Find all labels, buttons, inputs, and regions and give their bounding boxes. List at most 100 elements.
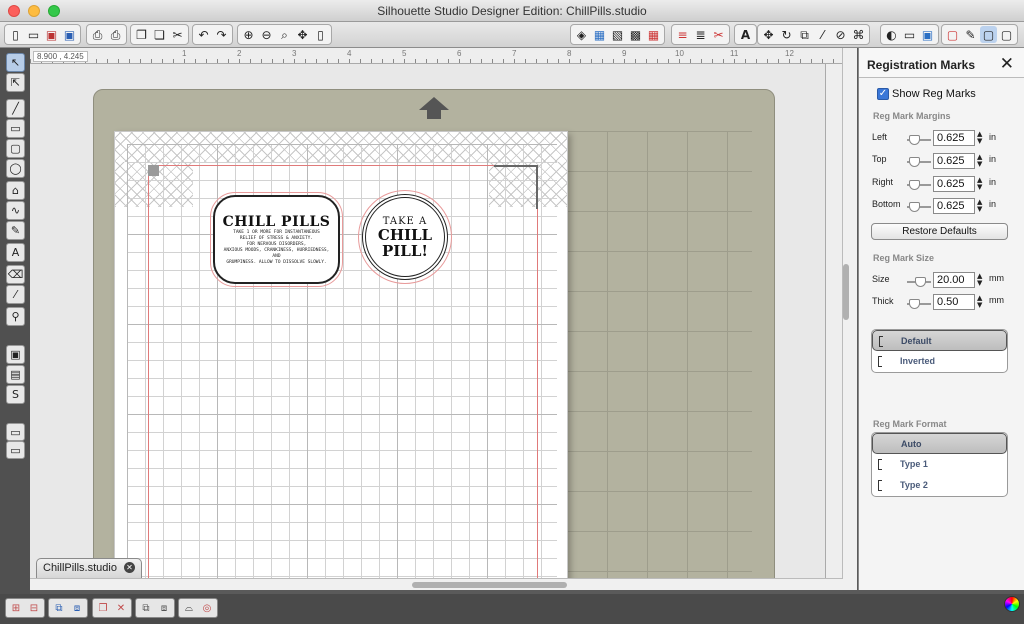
print-cut-icon[interactable]: ⎙ [107,26,124,43]
style-option-default[interactable]: Default [872,330,1007,351]
line-style-icon[interactable]: ≣ [692,26,709,43]
color-wheel-icon[interactable] [1004,596,1020,612]
online-store-icon[interactable]: S [6,385,25,404]
close-tab-icon[interactable]: ✕ [124,562,135,573]
margin-bottom-slider[interactable] [907,202,931,212]
curve-tool-icon[interactable]: ∿ [6,201,25,220]
fill-gradient-red-icon[interactable]: ▦ [645,26,662,43]
margin-top-slider[interactable] [907,157,931,167]
select-tool-icon[interactable]: ↖ [6,53,25,72]
knife-tool-icon[interactable]: ⁄ [6,285,25,304]
duplicate-icon[interactable]: ❐ [95,600,111,616]
vertical-scroll-thumb[interactable] [843,264,849,320]
design-canvas[interactable]: CHILL PILLS TAKE 1 OR MORE FOR INSTANTAN… [30,64,825,578]
text-tool-icon[interactable]: A [6,243,25,262]
freehand-tool-icon[interactable]: ✎ [6,221,25,240]
split-view-top-icon[interactable]: ▭ [6,423,25,441]
delete-icon[interactable]: ✕ [113,600,129,616]
format-option-type1[interactable]: Type 1 [872,454,1007,475]
format-option-auto[interactable]: Auto [872,433,1007,454]
margin-right-stepper[interactable]: ▲ ▼ [977,177,985,191]
transform-icon[interactable]: ✥ [760,26,777,43]
release-compound-path-icon[interactable]: ⧈ [69,600,85,616]
fill-icon[interactable]: ◈ [573,26,590,43]
send-to-back-icon[interactable]: ⧈ [156,600,172,616]
offset-icon[interactable]: ⊘ [832,26,849,43]
cut-style-icon[interactable]: ✂ [710,26,727,43]
weld-icon[interactable]: ⌓ [181,600,197,616]
bring-to-front-icon[interactable]: ⧉ [138,600,154,616]
rounded-rectangle-tool-icon[interactable]: ▢ [6,139,25,158]
chill-pills-label[interactable]: CHILL PILLS TAKE 1 OR MORE FOR INSTANTAN… [210,192,343,287]
undo-icon[interactable]: ↶ [195,26,212,43]
format-option-type2[interactable]: Type 2 [872,475,1007,496]
open-icon[interactable]: ▭ [25,26,42,43]
margin-bottom-stepper[interactable]: ▲ ▼ [977,199,985,213]
knife-icon[interactable]: ⁄ [814,26,831,43]
margin-top-field[interactable]: 0.625 [933,153,975,169]
registration-marks-icon[interactable]: ▢ [980,26,997,43]
fill-pattern-icon[interactable]: ▧ [609,26,626,43]
sketch-icon[interactable]: ✎ [962,26,979,43]
style-option-inverted[interactable]: Inverted [872,351,1007,372]
zoom-out-icon[interactable]: ⊖ [258,26,275,43]
rectangle-tool-icon[interactable]: ▭ [6,119,25,138]
cut-settings-icon[interactable]: ▭ [901,26,918,43]
page-settings-icon[interactable]: ◐ [883,26,900,43]
horizontal-scroll-thumb[interactable] [412,582,567,588]
margin-left-field[interactable]: 0.625 [933,130,975,146]
ellipse-tool-icon[interactable]: ◯ [6,159,25,178]
margin-top-stepper[interactable]: ▲ ▼ [977,154,985,168]
eraser-tool-icon[interactable]: ⌫ [6,265,25,284]
line-tool-icon[interactable]: ╱ [6,99,25,118]
paste-icon[interactable]: ❏ [151,26,168,43]
send-to-silhouette-icon[interactable]: ▢ [944,26,961,43]
take-a-chill-pill-label[interactable]: TAKE A CHILL PILL! [358,190,452,284]
rotate-icon[interactable]: ↻ [778,26,795,43]
print-icon[interactable]: ⎙ [89,26,106,43]
save-to-library-icon[interactable]: ▣ [61,26,78,43]
copy-icon[interactable]: ❐ [133,26,150,43]
zoom-selection-icon[interactable]: ⌕ [276,26,293,43]
thick-field[interactable]: 0.50 [933,294,975,310]
zoom-in-icon[interactable]: ⊕ [240,26,257,43]
thick-slider[interactable] [907,299,931,309]
size-slider[interactable] [907,277,931,287]
text-style-icon[interactable]: A [737,26,754,43]
margin-right-field[interactable]: 0.625 [933,176,975,192]
line-color-icon[interactable]: ≡ [674,26,691,43]
panel-close-icon[interactable]: ✕ [1000,54,1014,74]
new-document-icon[interactable]: ▯ [7,26,24,43]
eyedropper-tool-icon[interactable]: ⚲ [6,307,25,326]
redo-icon[interactable]: ↷ [213,26,230,43]
design-store-icon[interactable]: ▣ [919,26,936,43]
horizontal-scrollbar[interactable] [30,578,843,590]
save-icon[interactable]: ▣ [43,26,60,43]
margin-left-stepper[interactable]: ▲ ▼ [977,131,985,145]
fill-color-icon[interactable]: ▦ [591,26,608,43]
replicate-icon[interactable]: ⧉ [796,26,813,43]
edit-points-icon[interactable]: ⇱ [6,73,25,92]
pan-icon[interactable]: ✥ [294,26,311,43]
cut-icon[interactable]: ✂ [169,26,186,43]
size-stepper[interactable]: ▲ ▼ [977,273,985,287]
margin-right-slider[interactable] [907,180,931,190]
ungroup-icon[interactable]: ⊟ [26,600,42,616]
margin-bottom-field[interactable]: 0.625 [933,198,975,214]
margin-left-slider[interactable] [907,135,931,145]
library-tool-icon[interactable]: ▤ [6,365,25,384]
group-icon[interactable]: ⊞ [8,600,24,616]
thick-stepper[interactable]: ▲ ▼ [977,295,985,309]
make-compound-path-icon[interactable]: ⧉ [51,600,67,616]
trace-icon[interactable]: ⌘ [850,26,867,43]
restore-defaults-button[interactable]: Restore Defaults [871,223,1008,240]
document-tab[interactable]: ChillPills.studio ✕ [36,558,142,578]
size-field[interactable]: 20.00 [933,272,975,288]
split-view-bottom-icon[interactable]: ▭ [6,441,25,459]
polygon-tool-icon[interactable]: ⌂ [6,181,25,200]
fit-page-icon[interactable]: ▯ [312,26,329,43]
fill-gradient-icon[interactable]: ▩ [627,26,644,43]
show-reg-marks-checkbox[interactable]: ✓ [877,88,889,100]
target-icon[interactable]: ◎ [199,600,215,616]
design-page[interactable]: CHILL PILLS TAKE 1 OR MORE FOR INSTANTAN… [114,131,568,578]
